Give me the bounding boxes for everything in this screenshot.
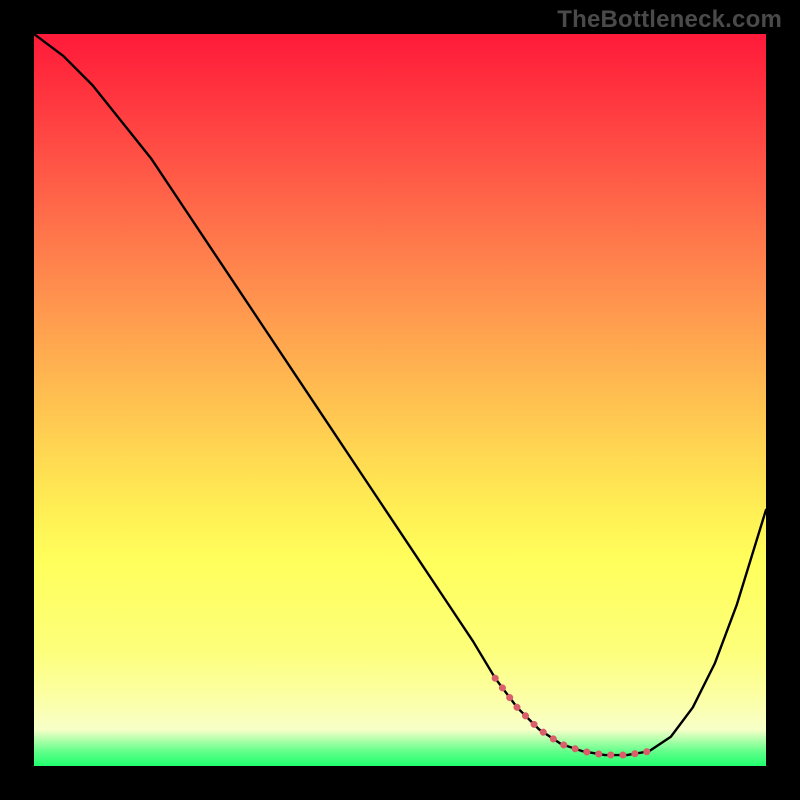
chart-svg [34,34,766,766]
optimal-zone-dots [495,678,649,755]
chart-plot-area [34,34,766,766]
watermark-text: TheBottleneck.com [557,6,782,34]
bottleneck-curve-line [34,34,766,755]
